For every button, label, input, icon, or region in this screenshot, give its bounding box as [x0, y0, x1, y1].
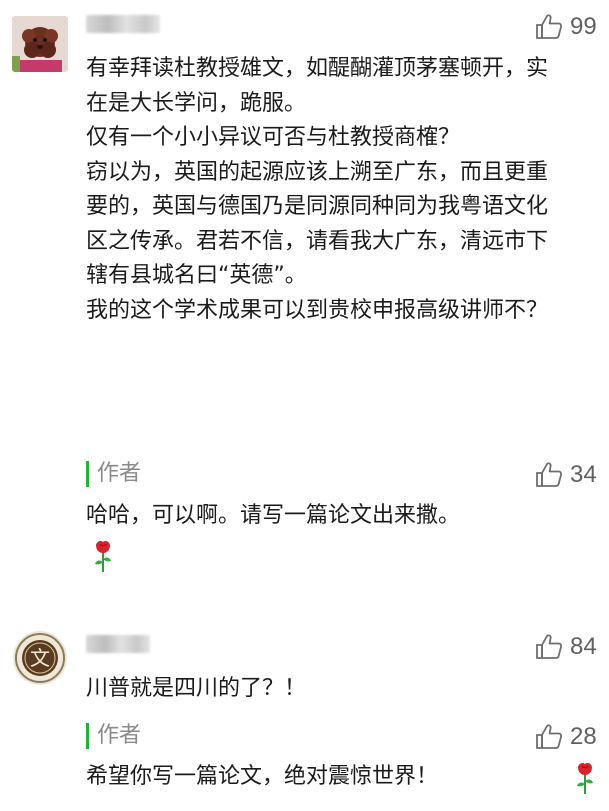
reply-like-button[interactable]: 28	[534, 720, 597, 754]
comment-text: 有幸拜读杜教授雄文，如醍醐灌顶茅塞顿开，实在是大长学问，跪服。 仅有一个小小异议…	[86, 56, 549, 323]
rose-emoji-icon	[92, 540, 114, 574]
poodle-avatar-icon	[12, 16, 68, 72]
like-button[interactable]: 99	[534, 10, 597, 44]
username-redacted[interactable]	[86, 14, 160, 34]
reply-like-count: 34	[570, 461, 597, 488]
avatar[interactable]	[12, 16, 68, 72]
thumbs-up-icon	[534, 460, 564, 490]
rose-emoji-icon	[574, 762, 596, 796]
comment-1: 99 有幸拜读杜教授雄文，如醍醐灌顶茅塞顿开，实在是大长学问，跪服。 仅有一个小…	[0, 0, 609, 600]
svg-text:文: 文	[30, 646, 50, 670]
author-label: 作者	[97, 723, 142, 748]
thumbs-up-icon	[534, 12, 564, 42]
thumbs-up-icon	[534, 632, 564, 662]
author-reply-tag: 作者	[86, 460, 141, 488]
reply-like-button[interactable]: 34	[534, 458, 597, 492]
reply-text: 哈哈，可以啊。请写一篇论文出来撒。	[86, 503, 461, 528]
like-count: 99	[570, 13, 597, 40]
comment-text: 川普就是四川的了？！	[86, 676, 307, 701]
author-accent-bar	[86, 461, 89, 487]
reply-text: 希望你写一篇论文，绝对震惊世界！	[86, 764, 439, 789]
reply-like-count: 28	[570, 723, 597, 750]
username-redacted[interactable]	[86, 634, 150, 654]
like-button[interactable]: 84	[534, 630, 597, 664]
author-reply-tag: 作者	[86, 722, 141, 750]
thumbs-up-icon	[534, 722, 564, 752]
author-label: 作者	[97, 461, 142, 486]
avatar[interactable]: 文	[12, 630, 68, 686]
comment-2: 文 84 川普就是四川的了？！ 作者 28 希望你写一篇论文，绝对震惊世界！	[0, 620, 609, 811]
author-accent-bar	[86, 723, 89, 749]
seal-avatar-icon: 文	[13, 631, 67, 685]
like-count: 84	[570, 633, 597, 660]
